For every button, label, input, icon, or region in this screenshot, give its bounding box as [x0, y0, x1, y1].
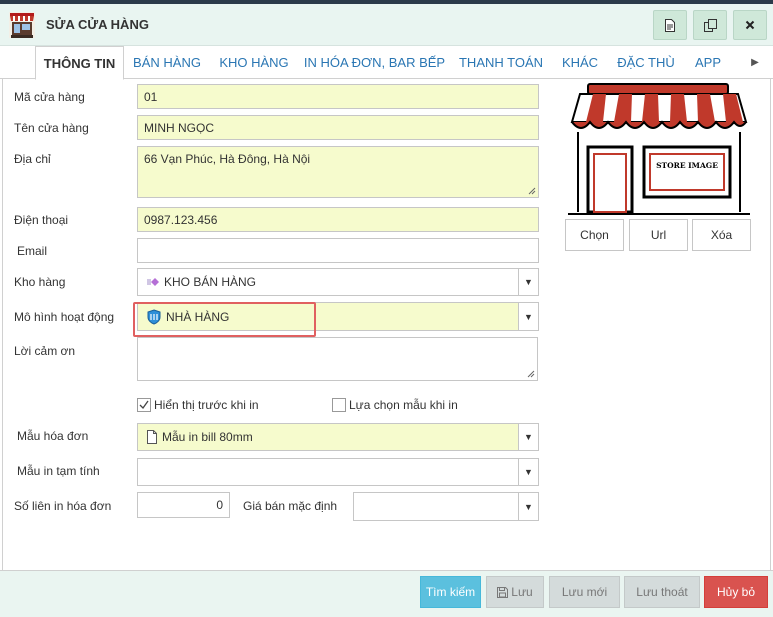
- tab-bar: THÔNG TIN BÁN HÀNG KHO HÀNG IN HÓA ĐƠN, …: [0, 46, 773, 80]
- store-image: [568, 83, 750, 215]
- copy-icon: [703, 18, 717, 32]
- temp-print-template-label: Mẫu in tạm tính: [17, 464, 100, 478]
- resize-handle-icon[interactable]: [528, 187, 536, 195]
- chevron-down-icon[interactable]: ▼: [518, 459, 538, 485]
- default-price-select[interactable]: ▼: [353, 492, 539, 521]
- choose-template-label[interactable]: Lựa chọn mẫu khi in: [349, 398, 458, 412]
- title-bar: SỬA CỬA HÀNG: [0, 4, 773, 46]
- page-icon: [147, 430, 157, 444]
- warehouse-value: KHO BÁN HÀNG: [164, 275, 257, 289]
- image-url-button[interactable]: Url: [629, 219, 688, 251]
- document-button[interactable]: [653, 10, 687, 40]
- tab-info[interactable]: THÔNG TIN: [35, 46, 124, 80]
- document-icon: [665, 18, 675, 32]
- tab-special[interactable]: ĐẶC THÙ: [612, 46, 680, 79]
- warehouse-selected: KHO BÁN HÀNG: [146, 269, 256, 295]
- floppy-icon: [497, 586, 509, 598]
- invoice-template-selected: Mẫu in bill 80mm: [146, 424, 253, 450]
- choose-template-checkbox[interactable]: [332, 398, 346, 412]
- tab-sales[interactable]: BÁN HÀNG: [128, 46, 206, 79]
- thanks-message-textarea[interactable]: [137, 337, 538, 381]
- invoice-template-value: Mẫu in bill 80mm: [162, 430, 253, 444]
- address-label: Địa chỉ: [14, 152, 51, 166]
- chevron-down-icon[interactable]: ▼: [518, 303, 538, 330]
- store-icon: [9, 12, 35, 38]
- window-title: SỬA CỬA HÀNG: [46, 17, 149, 32]
- warehouse-select[interactable]: KHO BÁN HÀNG ▼: [137, 268, 539, 296]
- phone-input[interactable]: 0987.123.456: [137, 207, 539, 232]
- thanks-message-label: Lời cảm ơn: [14, 344, 76, 358]
- delete-image-button[interactable]: Xóa: [692, 219, 751, 251]
- tab-other[interactable]: KHÁC: [555, 46, 605, 79]
- phone-label: Điện thoại: [14, 213, 69, 227]
- invoice-template-select[interactable]: Mẫu in bill 80mm ▼: [137, 423, 539, 451]
- tab-scroll-right-icon[interactable]: ▶: [748, 46, 762, 79]
- address-value: 66 Vạn Phúc, Hà Đông, Hà Nội: [144, 152, 311, 166]
- chevron-down-icon[interactable]: ▼: [518, 493, 538, 520]
- chevron-down-icon[interactable]: ▼: [518, 424, 538, 450]
- email-input[interactable]: [137, 238, 539, 263]
- tab-invoice-print[interactable]: IN HÓA ĐƠN, BAR BẾP: [302, 46, 447, 79]
- resize-handle-icon[interactable]: [527, 370, 535, 378]
- store-name-label: Tên cửa hàng: [14, 121, 89, 135]
- email-label: Email: [17, 244, 48, 258]
- tab-app[interactable]: APP: [688, 46, 728, 79]
- close-button[interactable]: [733, 10, 767, 40]
- invoice-copies-label: Số liên in hóa đơn: [14, 499, 112, 513]
- store-code-input[interactable]: 01: [137, 84, 539, 109]
- temp-print-template-select[interactable]: ▼: [137, 458, 539, 486]
- footer-bar: Tìm kiếm Lưu Lưu mới Lưu thoát Hủy bỏ: [0, 570, 773, 617]
- default-price-label: Giá bán mặc định: [243, 499, 338, 513]
- chevron-down-icon[interactable]: ▼: [518, 269, 538, 295]
- business-model-selected: NHÀ HÀNG: [146, 303, 229, 330]
- copy-button[interactable]: [693, 10, 727, 40]
- cancel-button[interactable]: Hủy bỏ: [704, 576, 768, 608]
- search-button[interactable]: Tìm kiếm: [420, 576, 481, 608]
- tab-warehouse[interactable]: KHO HÀNG: [214, 46, 294, 79]
- close-icon: [745, 20, 755, 30]
- business-model-value: NHÀ HÀNG: [166, 309, 230, 324]
- address-textarea[interactable]: 66 Vạn Phúc, Hà Đông, Hà Nội: [137, 146, 539, 198]
- tab-payment[interactable]: THANH TOÁN: [455, 46, 547, 79]
- checkmark-icon: [139, 400, 149, 410]
- save-label: Lưu: [511, 585, 533, 599]
- save-button[interactable]: Lưu: [486, 576, 544, 608]
- business-model-label: Mô hình hoạt động: [14, 310, 115, 324]
- choose-image-button[interactable]: Chọn: [565, 219, 624, 251]
- save-exit-button[interactable]: Lưu thoát: [624, 576, 700, 608]
- store-image-sign-text: STORE IMAGE: [656, 161, 718, 170]
- show-before-print-label[interactable]: Hiển thị trước khi in: [154, 398, 259, 412]
- store-name-input[interactable]: MINH NGỌC: [137, 115, 539, 140]
- save-new-button[interactable]: Lưu mới: [549, 576, 620, 608]
- store-code-label: Mã cửa hàng: [14, 90, 85, 104]
- warehouse-label: Kho hàng: [14, 275, 66, 289]
- show-before-print-checkbox[interactable]: [137, 398, 151, 412]
- restaurant-icon: [147, 308, 161, 325]
- warehouse-icon: [147, 278, 159, 286]
- invoice-template-label: Mẫu hóa đơn: [17, 429, 89, 443]
- invoice-copies-input[interactable]: 0: [137, 492, 230, 518]
- business-model-select[interactable]: NHÀ HÀNG ▼: [137, 302, 539, 331]
